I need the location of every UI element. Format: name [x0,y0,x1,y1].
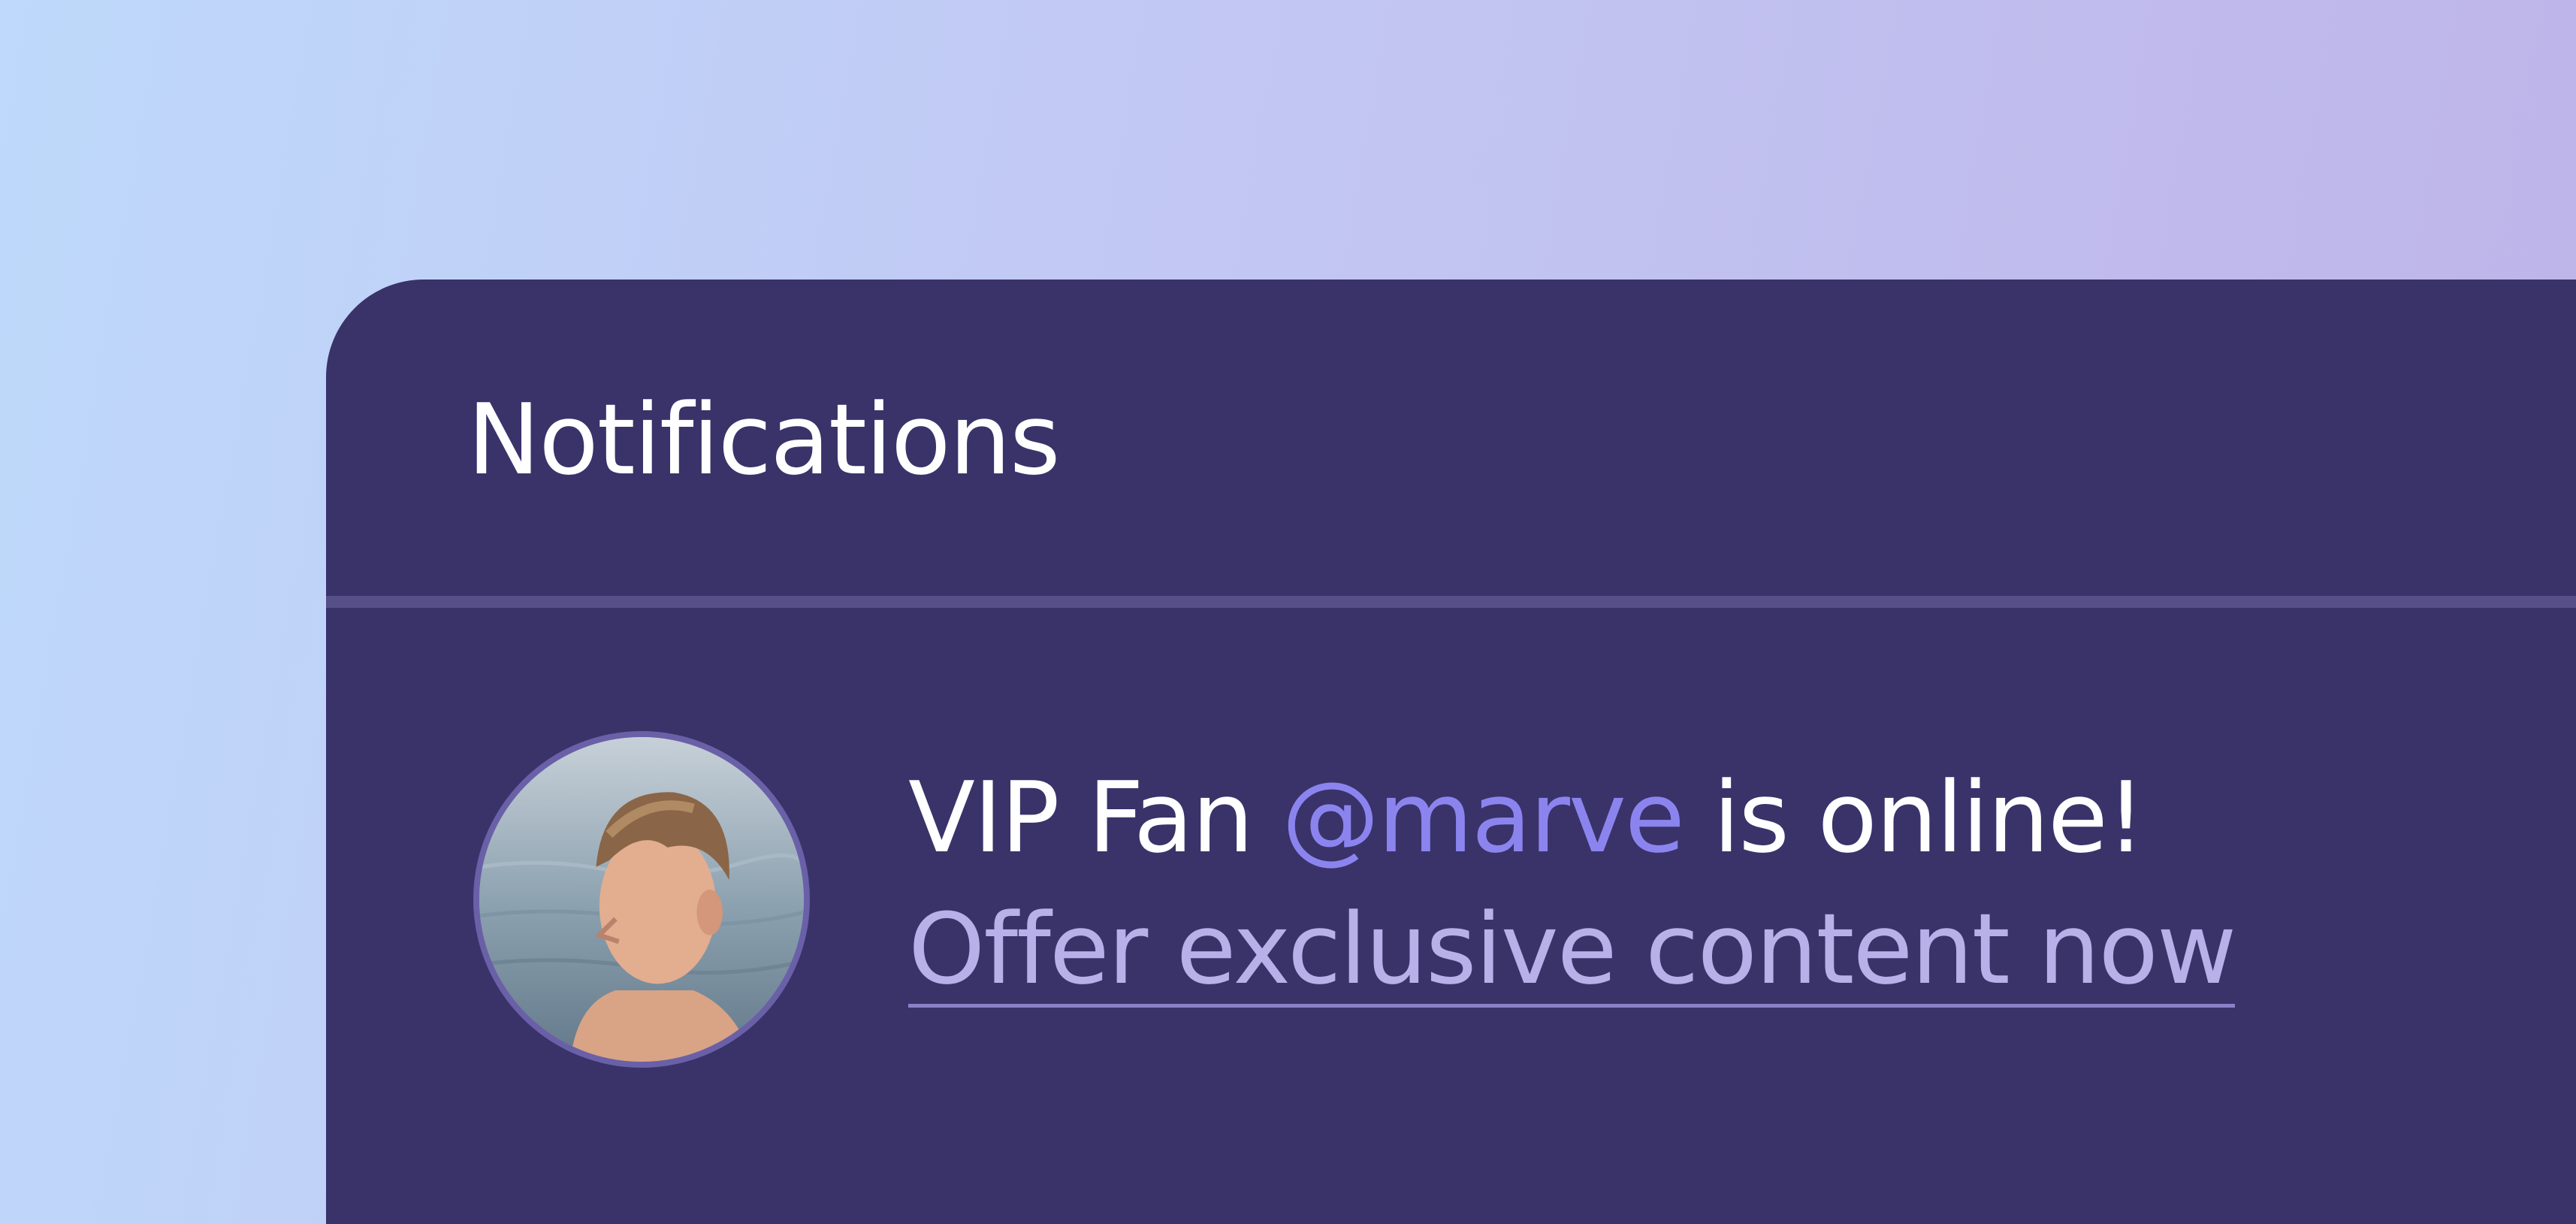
user-avatar-photo-icon [479,737,804,1062]
headline-suffix: is online! [1683,760,2146,875]
panel-header: Notifications [326,280,2576,596]
avatar[interactable] [473,731,810,1068]
offer-content-link[interactable]: Offer exclusive content now [908,900,2236,1008]
notification-headline: VIP Fan @marve is online! [908,769,2486,866]
notification-item[interactable]: VIP Fan @marve is online! Offer exclusiv… [326,608,2576,1224]
header-divider [326,596,2576,608]
notifications-panel: Notifications VIP Fan @marve is online! … [326,280,2576,1224]
headline-prefix: VIP Fan [908,760,1282,875]
notification-content: VIP Fan @marve is online! Offer exclusiv… [908,769,2486,1008]
username-mention[interactable]: @marve [1282,760,1685,875]
panel-title: Notifications [467,382,1061,497]
